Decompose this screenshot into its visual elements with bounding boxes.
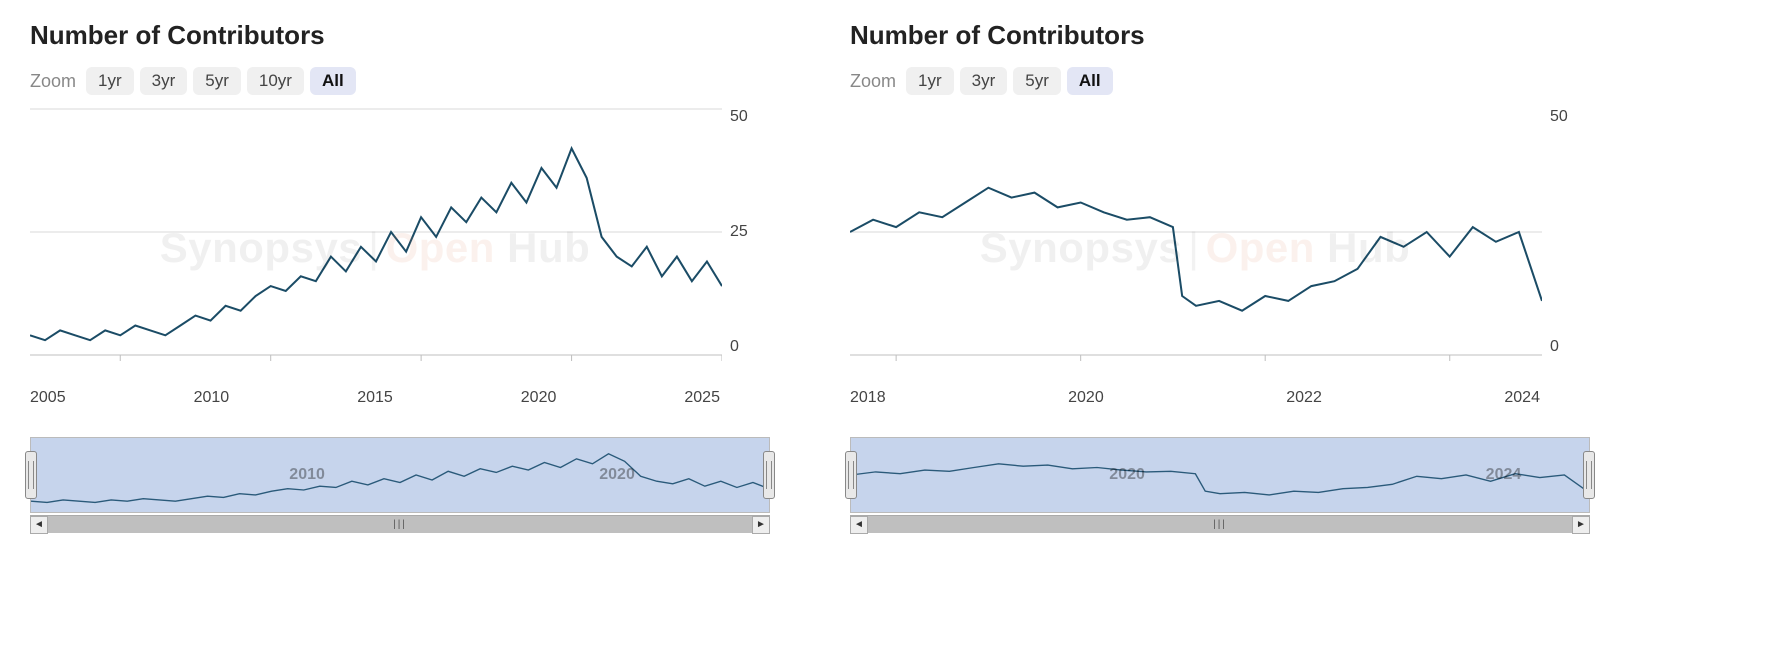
zoom-button-5yr[interactable]: 5yr (1013, 67, 1061, 95)
y-axis: 50 25 0 (722, 103, 770, 383)
scroll-left-button[interactable]: ◄ (30, 516, 48, 534)
zoom-button-3yr[interactable]: 3yr (960, 67, 1008, 95)
zoom-button-1yr[interactable]: 1yr (906, 67, 954, 95)
navigator-scrollbar[interactable]: ◄|||► (30, 515, 770, 533)
scroll-track[interactable]: ||| (48, 516, 752, 533)
scroll-right-button[interactable]: ► (752, 516, 770, 534)
navigator-handle-right[interactable] (1583, 451, 1595, 498)
y-tick-label: 0 (1550, 339, 1559, 355)
zoom-button-5yr[interactable]: 5yr (193, 67, 241, 95)
y-tick-label: 50 (1550, 109, 1568, 125)
y-axis: 50 0 (1542, 103, 1590, 383)
plot-area[interactable]: Synopsys|Open Hub500 (850, 103, 1590, 383)
chart-title: Number of Contributors (850, 20, 1590, 51)
navigator-handle-left[interactable] (845, 451, 857, 498)
y-tick-label: 0 (730, 339, 739, 355)
zoom-button-all[interactable]: All (310, 67, 356, 95)
scroll-track[interactable]: ||| (868, 516, 1572, 533)
chart-title: Number of Contributors (30, 20, 770, 51)
x-tick-label: 2005 (30, 389, 66, 407)
x-tick-label: 2020 (521, 389, 557, 407)
navigator-scrollbar[interactable]: ◄|||► (850, 515, 1590, 533)
x-tick-label: 2024 (1504, 389, 1540, 407)
range-navigator[interactable]: 20102020 (30, 437, 770, 513)
x-tick-label: 2025 (684, 389, 720, 407)
chart-panel: Number of ContributorsZoom1yr3yr5yrAllSy… (850, 20, 1590, 533)
zoom-controls: Zoom 1yr3yr5yr10yrAll (30, 67, 770, 95)
data-series (850, 188, 1542, 311)
range-navigator[interactable]: 20202024 (850, 437, 1590, 513)
x-tick-label: 2020 (1068, 389, 1104, 407)
zoom-button-3yr[interactable]: 3yr (140, 67, 188, 95)
x-tick-label: 2018 (850, 389, 886, 407)
zoom-label: Zoom (850, 71, 896, 92)
navigator-handle-right[interactable] (763, 451, 775, 498)
zoom-button-10yr[interactable]: 10yr (247, 67, 304, 95)
x-axis: 2018 2020 2022 2024 (850, 385, 1590, 407)
plot-area[interactable]: Synopsys|Open Hub50250 (30, 103, 770, 383)
x-tick-label: 2010 (194, 389, 230, 407)
navigator-handle-left[interactable] (25, 451, 37, 498)
scroll-right-button[interactable]: ► (1572, 516, 1590, 534)
zoom-button-all[interactable]: All (1067, 67, 1113, 95)
y-tick-label: 50 (730, 109, 748, 125)
navigator-svg (31, 438, 769, 512)
x-tick-label: 2015 (357, 389, 393, 407)
scroll-left-button[interactable]: ◄ (850, 516, 868, 534)
x-axis: 2005 2010 2015 2020 2025 (30, 385, 770, 407)
chart-panel: Number of Contributors Zoom 1yr3yr5yr10yrA… (30, 20, 770, 533)
y-tick-label: 25 (730, 224, 748, 240)
chart-svg (850, 103, 1542, 383)
data-series (30, 148, 722, 340)
navigator-svg (851, 438, 1589, 512)
x-tick-label: 2022 (1286, 389, 1322, 407)
chart-svg (30, 103, 722, 383)
zoom-controls: Zoom 1yr3yr5yrAll (850, 67, 1590, 95)
zoom-button-1yr[interactable]: 1yr (86, 67, 134, 95)
zoom-label: Zoom (30, 71, 76, 92)
